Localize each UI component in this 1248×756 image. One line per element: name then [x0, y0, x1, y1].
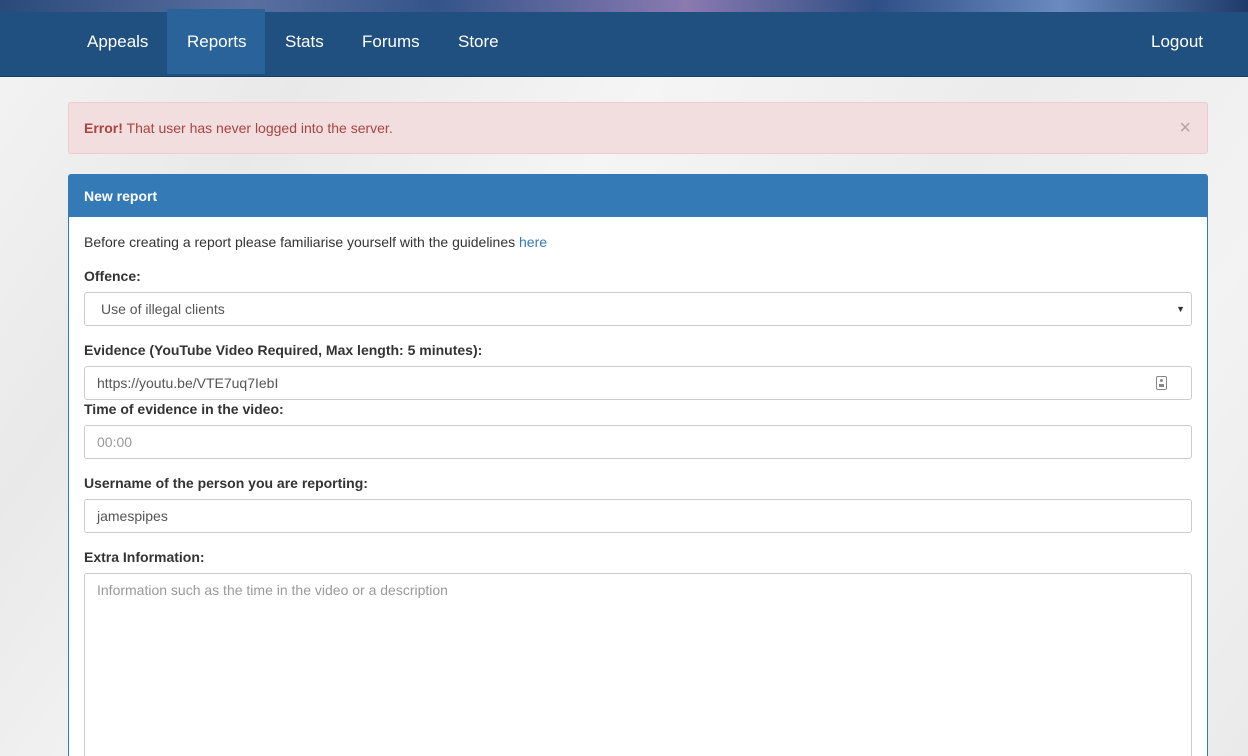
nav-stats[interactable]: Stats	[265, 9, 344, 74]
username-label: Username of the person you are reporting…	[84, 475, 368, 491]
evidence-input[interactable]: https://youtu.be/VTE7uq7IebI	[84, 366, 1192, 400]
offence-select[interactable]: Use of illegal clients ▼	[84, 292, 1192, 326]
time-input[interactable]: 00:00	[84, 425, 1192, 459]
offence-selected: Use of illegal clients	[101, 301, 225, 317]
error-alert: Error! That user has never logged into t…	[68, 102, 1208, 154]
caret-down-icon: ▼	[1176, 304, 1185, 314]
time-label: Time of evidence in the video:	[84, 401, 284, 417]
main-navbar: Appeals Reports Stats Forums Store Logou…	[0, 9, 1248, 77]
extra-info-label: Extra Information:	[84, 549, 205, 565]
nav-store[interactable]: Store	[438, 9, 519, 74]
alert-strong: Error!	[84, 120, 123, 136]
alert-message: That user has never logged into the serv…	[126, 120, 393, 136]
evidence-label: Evidence (YouTube Video Required, Max le…	[84, 342, 483, 358]
guidelines-link[interactable]: here	[519, 234, 547, 250]
intro-label: Before creating a report please familiar…	[84, 234, 516, 250]
time-placeholder: 00:00	[97, 434, 133, 450]
evidence-value: https://youtu.be/VTE7uq7IebI	[97, 375, 279, 391]
offence-label: Offence:	[84, 268, 141, 284]
close-icon[interactable]: ×	[1179, 103, 1191, 153]
extra-info-placeholder: Information such as the time in the vide…	[97, 582, 448, 598]
nav-appeals[interactable]: Appeals	[67, 9, 168, 74]
username-value: jamespipes	[97, 508, 168, 524]
panel-title: New report	[69, 175, 1207, 217]
nav-forums[interactable]: Forums	[342, 9, 440, 74]
nav-reports[interactable]: Reports	[167, 9, 265, 74]
new-report-panel: New report Before creating a report plea…	[68, 174, 1208, 756]
intro-text: Before creating a report please familiar…	[84, 234, 547, 250]
username-input[interactable]: jamespipes	[84, 499, 1192, 533]
nav-logout[interactable]: Logout	[1131, 9, 1223, 74]
contact-card-icon[interactable]	[1156, 376, 1167, 390]
extra-info-textarea[interactable]: Information such as the time in the vide…	[84, 573, 1192, 756]
